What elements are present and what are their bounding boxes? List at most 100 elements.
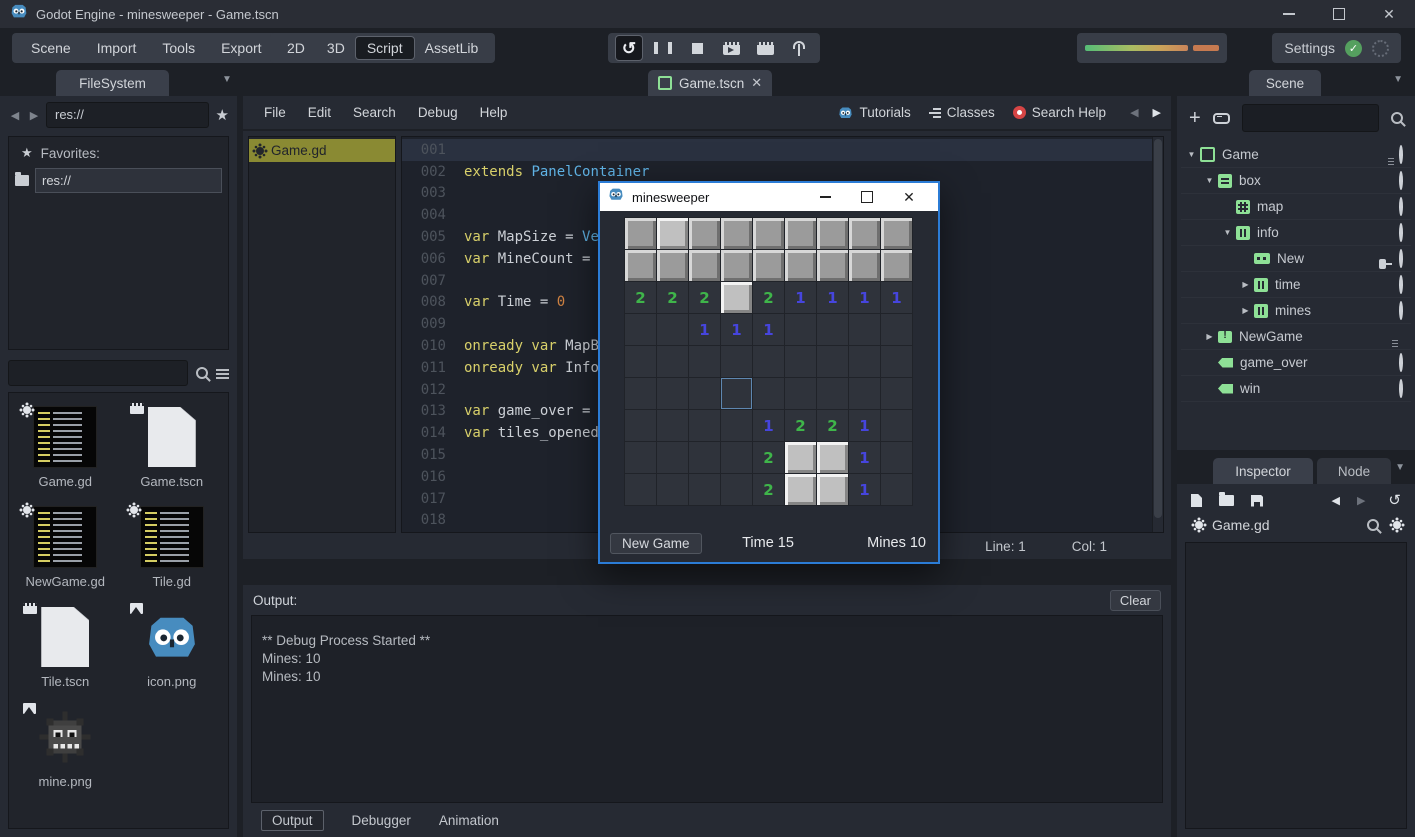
collapse-closed-icon[interactable]: ▶ — [1239, 306, 1252, 315]
script-menu-edit[interactable]: Edit — [297, 105, 342, 120]
collapse-closed-icon[interactable]: ▶ — [1203, 332, 1216, 341]
mine-cell-r9c3[interactable] — [689, 474, 721, 506]
replay-icon[interactable]: ↺ — [616, 36, 642, 60]
mine-cell-r2c5[interactable] — [753, 250, 785, 282]
editor-forward-icon[interactable]: ▶ — [1153, 106, 1161, 119]
script-menu-search[interactable]: Search — [342, 105, 407, 120]
nav-forward-icon[interactable]: ▶ — [27, 109, 41, 122]
eye-icon[interactable] — [1399, 173, 1403, 188]
collapse-closed-icon[interactable]: ▶ — [1239, 280, 1252, 289]
play-custom-scene-icon[interactable] — [752, 36, 778, 60]
mine-cell-r2c9[interactable] — [881, 250, 913, 282]
tab-inspector[interactable]: Inspector — [1213, 458, 1313, 484]
mine-cell-r3c3[interactable]: 2 — [689, 282, 721, 314]
mine-cell-r7c6[interactable]: 2 — [785, 410, 817, 442]
mine-cell-r4c5[interactable]: 1 — [753, 314, 785, 346]
tree-node-mines[interactable]: ▶mines — [1181, 298, 1411, 324]
eye-icon[interactable] — [1399, 147, 1403, 162]
mine-cell-r9c5[interactable]: 2 — [753, 474, 785, 506]
mine-cell-r2c8[interactable] — [849, 250, 881, 282]
tree-node-info[interactable]: ▼info — [1181, 220, 1411, 246]
mine-cell-r9c1[interactable] — [625, 474, 657, 506]
mine-cell-r5c3[interactable] — [689, 346, 721, 378]
eye-icon[interactable] — [1399, 277, 1403, 292]
bottom-tab-debugger[interactable]: Debugger — [352, 813, 411, 828]
file-item-mine-png[interactable]: mine.png — [15, 705, 116, 789]
mine-cell-r1c3[interactable] — [689, 218, 721, 250]
mine-cell-r9c4[interactable] — [721, 474, 753, 506]
file-item-game-tscn[interactable]: Game.tscn — [122, 405, 223, 489]
save-resource-icon[interactable] — [1251, 495, 1263, 507]
close-tab-icon[interactable]: ✕ — [751, 75, 762, 91]
code-scrollbar[interactable] — [1154, 139, 1162, 518]
mine-cell-r5c8[interactable] — [849, 346, 881, 378]
minesweeper-titlebar[interactable]: minesweeper ✕ — [600, 183, 938, 211]
mine-cell-r8c3[interactable] — [689, 442, 721, 474]
menu-export[interactable]: Export — [208, 40, 274, 56]
mine-cell-r9c8[interactable]: 1 — [849, 474, 881, 506]
mine-cell-r4c6[interactable] — [785, 314, 817, 346]
tree-node-game_over[interactable]: game_over — [1181, 350, 1411, 376]
mine-cell-r7c3[interactable] — [689, 410, 721, 442]
collapse-open-icon[interactable]: ▼ — [1185, 150, 1198, 159]
mine-cell-r1c4[interactable] — [721, 218, 753, 250]
mine-cell-r3c6[interactable]: 1 — [785, 282, 817, 314]
tree-node-box[interactable]: ▼box — [1181, 168, 1411, 194]
window-maximize-button[interactable] — [1331, 6, 1347, 22]
mine-cell-r6c1[interactable] — [625, 378, 657, 410]
scene-dock-tab[interactable]: Scene — [1249, 70, 1321, 96]
pause-icon[interactable] — [650, 36, 676, 60]
search-help-button[interactable]: Search Help — [1013, 105, 1106, 120]
mine-cell-r7c5[interactable]: 1 — [753, 410, 785, 442]
filesystem-dock-tab[interactable]: FileSystem — [56, 70, 169, 96]
mine-cell-r9c9[interactable] — [881, 474, 913, 506]
mine-cell-r8c8[interactable]: 1 — [849, 442, 881, 474]
collapse-open-icon[interactable]: ▼ — [1221, 228, 1234, 237]
mine-cell-r8c1[interactable] — [625, 442, 657, 474]
mine-cell-r2c1[interactable] — [625, 250, 657, 282]
mine-cell-r2c6[interactable] — [785, 250, 817, 282]
minesweeper-minimize-button[interactable] — [804, 183, 846, 211]
mine-cell-r4c9[interactable] — [881, 314, 913, 346]
file-item-icon-png[interactable]: icon.png — [122, 605, 223, 689]
mine-cell-r4c7[interactable] — [817, 314, 849, 346]
remote-debug-icon[interactable] — [786, 36, 812, 60]
tree-node-map[interactable]: map — [1181, 194, 1411, 220]
menu-scene[interactable]: Scene — [18, 40, 84, 56]
mine-cell-r4c2[interactable] — [657, 314, 689, 346]
workspace-tab-assetlib[interactable]: AssetLib — [414, 37, 490, 59]
bottom-tab-output[interactable]: Output — [261, 810, 324, 831]
minesweeper-maximize-button[interactable] — [846, 183, 888, 211]
tree-node-newgame[interactable]: ▶NewGame — [1181, 324, 1411, 350]
mine-cell-r6c2[interactable] — [657, 378, 689, 410]
menu-import[interactable]: Import — [84, 40, 150, 56]
add-node-icon[interactable]: + — [1189, 108, 1201, 128]
mine-cell-r3c4[interactable] — [721, 282, 753, 314]
mine-cell-r3c9[interactable]: 1 — [881, 282, 913, 314]
mine-cell-r3c1[interactable]: 2 — [625, 282, 657, 314]
file-item-game-gd[interactable]: Game.gd — [15, 405, 116, 489]
new-resource-icon[interactable] — [1191, 494, 1202, 507]
mine-cell-r2c4[interactable] — [721, 250, 753, 282]
mine-cell-r5c6[interactable] — [785, 346, 817, 378]
scene-filter-input[interactable] — [1242, 104, 1379, 132]
mine-cell-r7c7[interactable]: 2 — [817, 410, 849, 442]
favorite-star-icon[interactable]: ★ — [216, 106, 229, 124]
mine-cell-r4c3[interactable]: 1 — [689, 314, 721, 346]
editor-back-icon[interactable]: ◀ — [1130, 106, 1138, 119]
tree-node-game[interactable]: ▼Game — [1181, 142, 1411, 168]
nav-back-icon[interactable]: ◀ — [8, 109, 22, 122]
script-menu-file[interactable]: File — [253, 105, 297, 120]
mine-cell-r6c8[interactable] — [849, 378, 881, 410]
dock-options-icon-left[interactable]: ▼ — [222, 74, 232, 85]
history-forward-icon[interactable]: ▶ — [1357, 494, 1365, 507]
clear-button[interactable]: Clear — [1110, 590, 1161, 611]
tutorials-button[interactable]: Tutorials — [838, 105, 910, 120]
mine-cell-r7c9[interactable] — [881, 410, 913, 442]
load-resource-icon[interactable] — [1219, 495, 1234, 506]
eye-icon[interactable] — [1399, 303, 1403, 318]
mine-cell-r8c2[interactable] — [657, 442, 689, 474]
mine-cell-r5c2[interactable] — [657, 346, 689, 378]
list-view-icon[interactable] — [216, 368, 229, 379]
mine-cell-r7c4[interactable] — [721, 410, 753, 442]
